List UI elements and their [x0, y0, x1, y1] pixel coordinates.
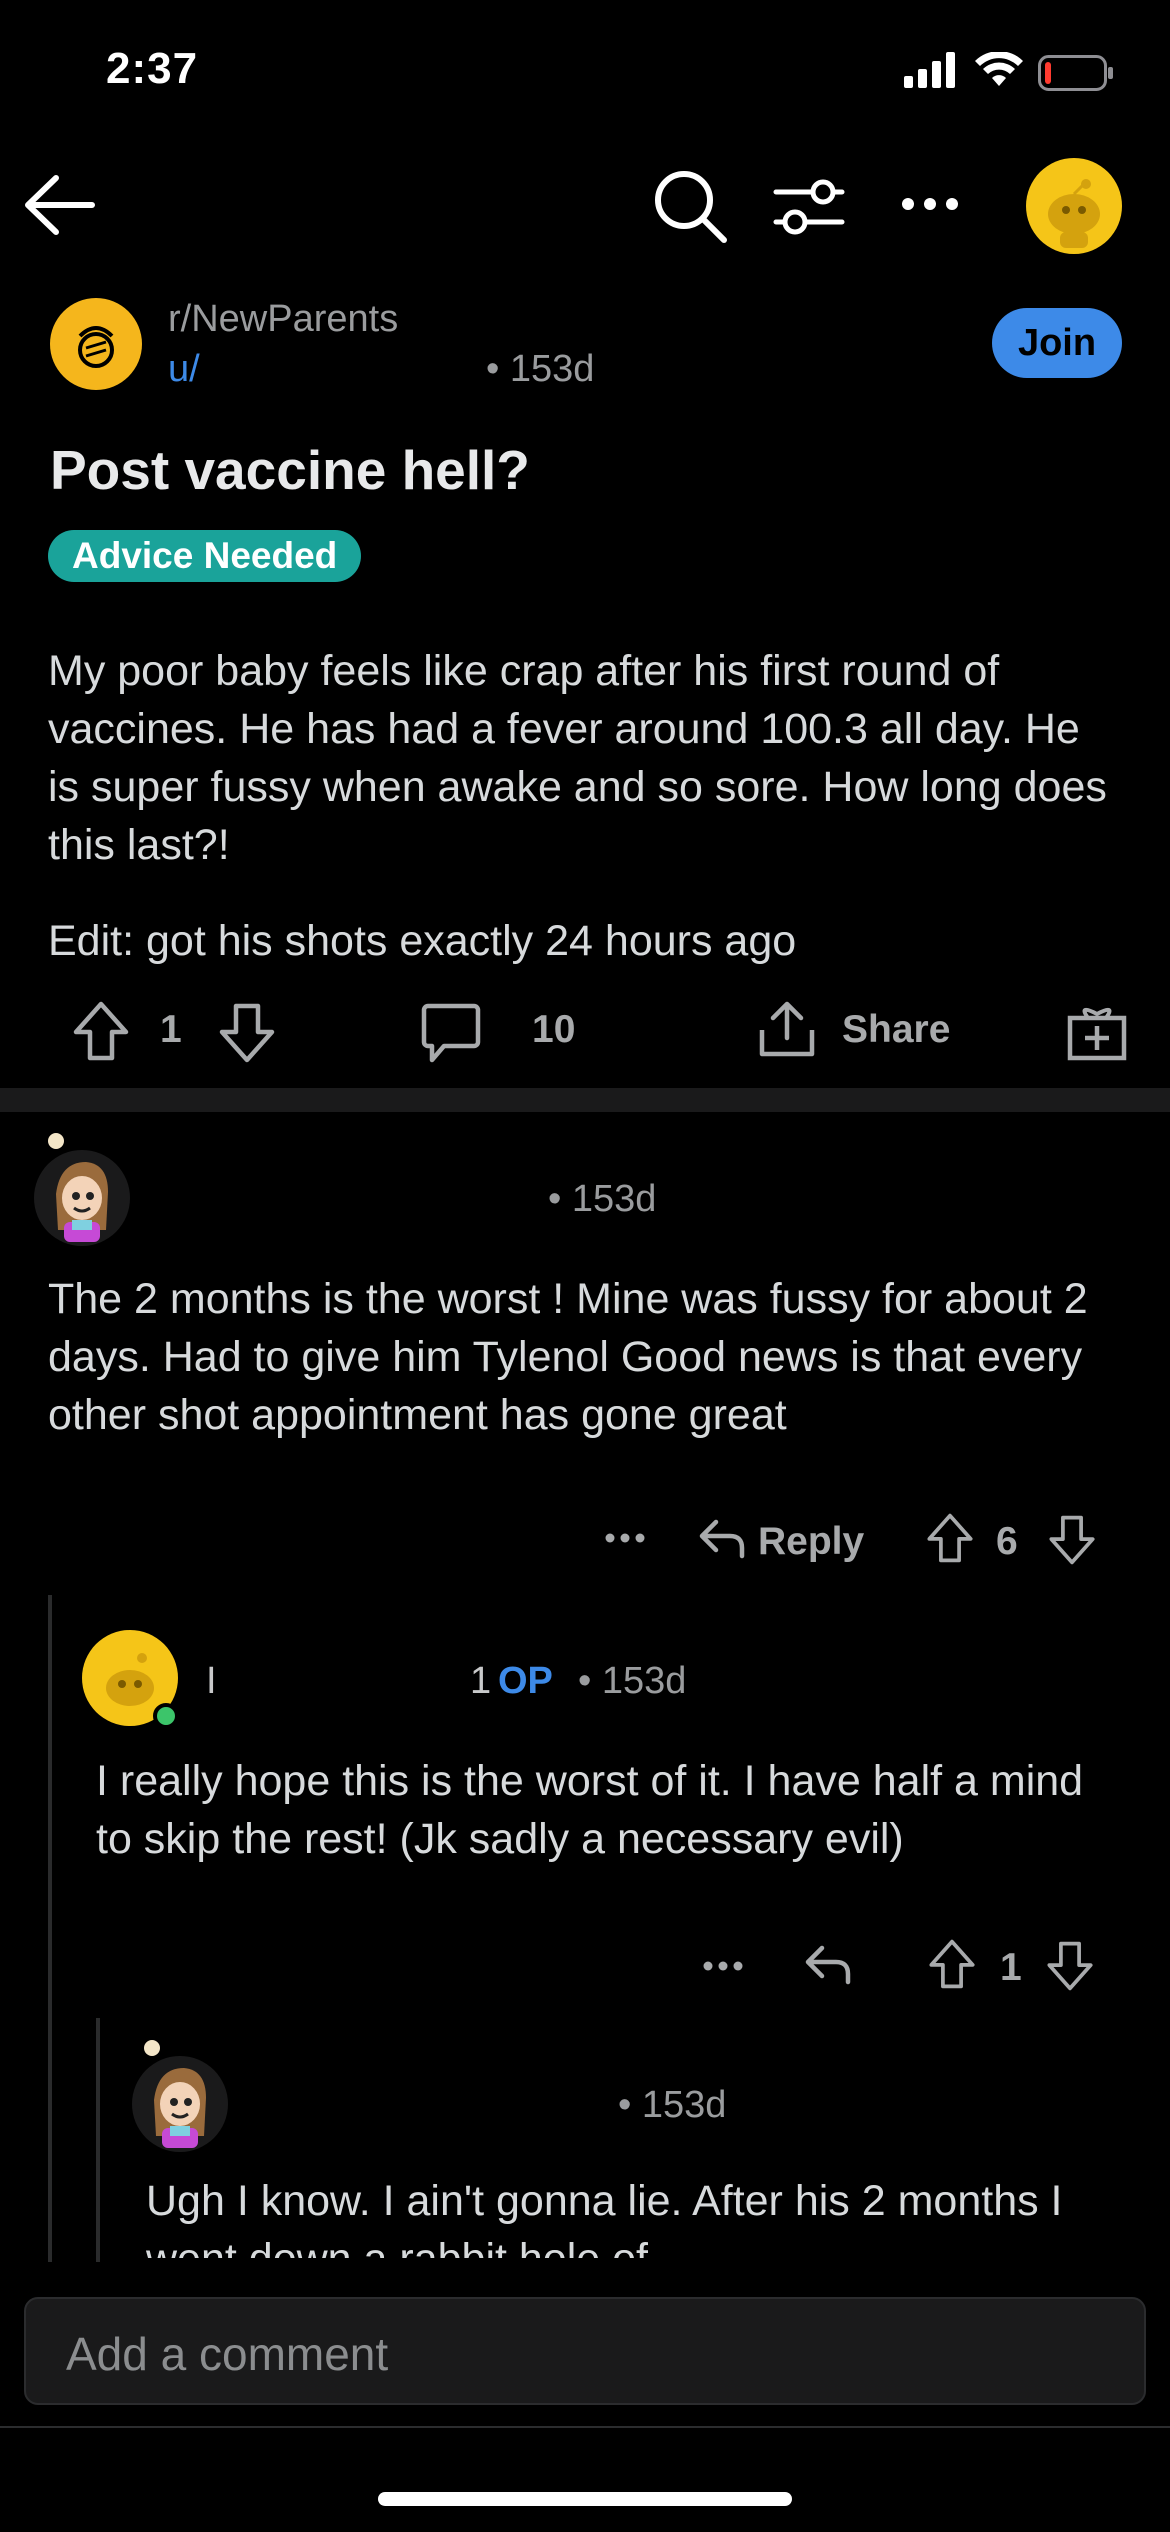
share-icon[interactable]: [756, 998, 818, 1060]
post-author-link[interactable]: u/: [168, 348, 200, 391]
redacted-username: [200, 346, 480, 392]
commenter-avatar[interactable]: [132, 2056, 228, 2152]
section-divider: [0, 1088, 1170, 1112]
comment-more-icon[interactable]: [604, 1532, 646, 1544]
award-gift-icon[interactable]: [1066, 1000, 1128, 1062]
reply-arrow-icon[interactable]: [804, 1942, 852, 1986]
op-username-suffix: 1: [470, 1660, 492, 1702]
comment-downvote-icon[interactable]: [1046, 1940, 1094, 1992]
search-icon[interactable]: [652, 168, 728, 244]
comment-body: The 2 months is the worst ! Mine was fus…: [48, 1275, 1088, 1439]
comment-more-icon[interactable]: [702, 1960, 744, 1972]
cellular-signal-icon: [904, 52, 958, 88]
comment-age: • 153d: [618, 2084, 727, 2126]
comment-icon[interactable]: [420, 1002, 482, 1064]
composer-divider: [0, 2426, 1170, 2428]
subreddit-icon[interactable]: [50, 298, 142, 390]
comment-age: • 153d: [578, 1660, 687, 1702]
join-button[interactable]: Join: [992, 308, 1122, 378]
op-badge: OP: [498, 1660, 553, 1702]
downvote-icon[interactable]: [218, 1002, 276, 1064]
post-score: 1: [160, 1008, 182, 1051]
reply-arrow-icon[interactable]: [698, 1516, 746, 1560]
comment-score: 1: [1000, 1946, 1022, 1989]
filter-sort-icon[interactable]: [772, 176, 846, 238]
comment-body: I really hope this is the worst of it. I…: [96, 1757, 1084, 1863]
post-title: Post vaccine hell?: [50, 439, 530, 501]
subreddit-name[interactable]: r/NewParents: [168, 298, 398, 341]
battery-icon: [1038, 55, 1114, 91]
op-username-fragment: I: [206, 1660, 217, 1702]
commenter-avatar[interactable]: [34, 1150, 130, 1246]
upvote-icon[interactable]: [72, 1000, 130, 1062]
post-flair[interactable]: Advice Needed: [48, 530, 362, 582]
comment-score: 6: [996, 1520, 1018, 1563]
reply-button[interactable]: Reply: [758, 1520, 864, 1564]
comment-body-clip: Ugh I know. I ain't gonna lie. After his…: [146, 2172, 1126, 2258]
comment-input-placeholder: Add a comment: [66, 2328, 389, 2380]
comment-upvote-icon[interactable]: [926, 1512, 974, 1564]
comment-input[interactable]: Add a comment: [24, 2297, 1146, 2405]
online-dot-icon: [144, 2040, 160, 2056]
comment-body: Ugh I know. I ain't gonna lie. After his…: [146, 2177, 1063, 2258]
back-arrow-icon[interactable]: [22, 170, 98, 240]
post-edit-note: Edit: got his shots exactly 24 hours ago: [48, 917, 797, 965]
status-time: 2:37: [106, 44, 199, 93]
thread-line[interactable]: [96, 2018, 100, 2270]
thread-line[interactable]: [48, 1595, 52, 2270]
share-button[interactable]: Share: [842, 1008, 950, 1052]
profile-avatar[interactable]: [1026, 158, 1122, 254]
online-dot-icon: [48, 1133, 64, 1149]
wifi-icon: [974, 52, 1024, 88]
home-indicator[interactable]: [378, 2492, 792, 2506]
more-options-icon[interactable]: [900, 196, 960, 212]
post-age: • 153d: [486, 348, 595, 390]
post-body: My poor baby feels like crap after his f…: [48, 647, 1107, 869]
comment-count: 10: [532, 1008, 576, 1051]
op-avatar[interactable]: [82, 1630, 182, 1730]
comment-upvote-icon[interactable]: [928, 1938, 976, 1990]
comment-downvote-icon[interactable]: [1048, 1514, 1096, 1566]
comment-age: • 153d: [548, 1178, 657, 1220]
